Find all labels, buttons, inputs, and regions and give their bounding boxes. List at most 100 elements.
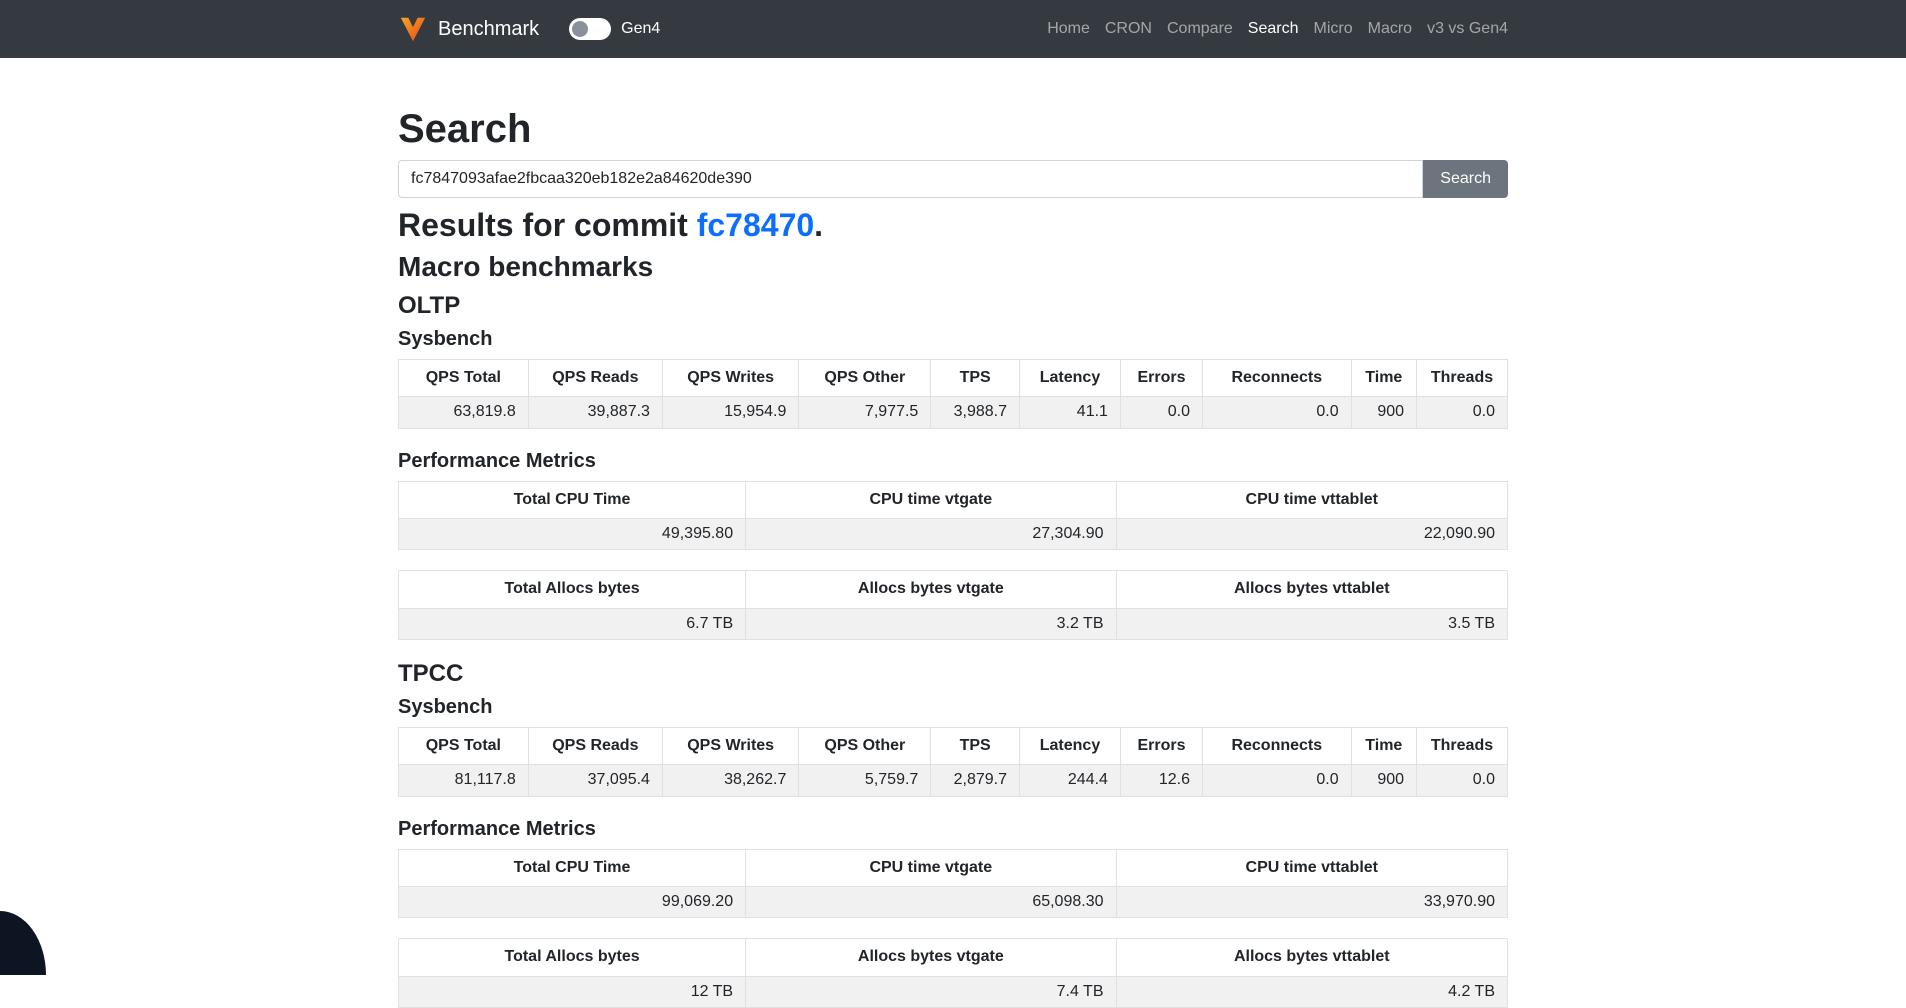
table-cell: 0.0 [1417, 765, 1508, 796]
table-cell: 900 [1351, 765, 1416, 796]
table-cell: 37,095.4 [528, 765, 662, 796]
nav-item-compare[interactable]: Compare [1167, 20, 1233, 38]
navbar-container: Benchmark Gen4 Home CRON Compare Search … [398, 14, 1508, 44]
macro-benchmarks-title: Macro benchmarks [398, 250, 1508, 284]
table-header-cell: QPS Writes [662, 727, 798, 764]
nav-links: Home CRON Compare Search Micro Macro v3 … [1047, 20, 1508, 38]
table-header-row: Total CPU Time CPU time vtgate CPU time … [399, 481, 1508, 518]
oltp-allocs-table: Total Allocs bytes Allocs bytes vtgate A… [398, 570, 1508, 640]
table-header-cell: QPS Reads [528, 727, 662, 764]
oltp-title: OLTP [398, 292, 1508, 321]
table-header-cell: Allocs bytes vttablet [1116, 939, 1508, 976]
search-form: Search [398, 160, 1508, 198]
table-header-cell: Allocs bytes vtgate [746, 571, 1116, 608]
tpcc-cpu-table: Total CPU Time CPU time vtgate CPU time … [398, 849, 1508, 919]
table-row: 12 TB 7.4 TB 4.2 TB [399, 976, 1508, 1007]
table-header-cell: QPS Total [399, 727, 529, 764]
table-header-cell: Total Allocs bytes [399, 939, 746, 976]
nav-item-cron[interactable]: CRON [1105, 20, 1152, 38]
brand-label: Benchmark [438, 18, 539, 41]
table-cell: 33,970.90 [1116, 887, 1508, 918]
gen4-toggle[interactable] [569, 18, 611, 40]
table-header-cell: Total Allocs bytes [399, 571, 746, 608]
nav-item-home[interactable]: Home [1047, 20, 1090, 38]
tpcc-section: TPCC Sysbench QPS Total QPS Reads QPS Wr… [398, 660, 1508, 1008]
table-cell: 99,069.20 [399, 887, 746, 918]
tpcc-sysbench-label: Sysbench [398, 695, 1508, 719]
table-cell: 0.0 [1203, 765, 1352, 796]
results-heading-suffix: . [814, 207, 823, 243]
table-header-cell: Latency [1020, 359, 1121, 396]
table-header-cell: TPS [931, 727, 1020, 764]
table-header-cell: QPS Writes [662, 359, 798, 396]
table-cell: 2,879.7 [931, 765, 1020, 796]
table-cell: 65,098.30 [746, 887, 1116, 918]
oltp-perf-label: Performance Metrics [398, 449, 1508, 473]
nav-item-search[interactable]: Search [1248, 20, 1299, 38]
table-header-row: QPS Total QPS Reads QPS Writes QPS Other… [399, 727, 1508, 764]
vitess-logo-icon [398, 14, 428, 44]
table-header-row: QPS Total QPS Reads QPS Writes QPS Other… [399, 359, 1508, 396]
table-cell: 3.2 TB [746, 608, 1116, 639]
table-header-cell: Allocs bytes vttablet [1116, 571, 1508, 608]
table-header-row: Total Allocs bytes Allocs bytes vtgate A… [399, 939, 1508, 976]
table-cell: 0.0 [1120, 397, 1202, 428]
table-row: 6.7 TB 3.2 TB 3.5 TB [399, 608, 1508, 639]
table-cell: 7,977.5 [799, 397, 931, 428]
table-header-cell: QPS Total [399, 359, 529, 396]
navbar: Benchmark Gen4 Home CRON Compare Search … [0, 0, 1906, 58]
search-input[interactable] [398, 160, 1423, 198]
table-header-cell: Latency [1020, 727, 1121, 764]
table-header-cell: QPS Reads [528, 359, 662, 396]
table-row: 99,069.20 65,098.30 33,970.90 [399, 887, 1508, 918]
tpcc-title: TPCC [398, 660, 1508, 689]
table-header-cell: Allocs bytes vtgate [746, 939, 1116, 976]
table-cell: 63,819.8 [399, 397, 529, 428]
gen4-toggle-group: Gen4 [569, 18, 660, 40]
background-window-corner [0, 911, 46, 975]
table-cell: 6.7 TB [399, 608, 746, 639]
table-cell: 244.4 [1020, 765, 1121, 796]
table-cell: 81,117.8 [399, 765, 529, 796]
table-header-cell: Errors [1120, 359, 1202, 396]
table-header-row: Total Allocs bytes Allocs bytes vtgate A… [399, 571, 1508, 608]
brand[interactable]: Benchmark [398, 14, 539, 44]
table-header-cell: CPU time vtgate [746, 481, 1116, 518]
table-row: 63,819.8 39,887.3 15,954.9 7,977.5 3,988… [399, 397, 1508, 428]
table-cell: 38,262.7 [662, 765, 798, 796]
nav-item-v3-vs-gen4[interactable]: v3 vs Gen4 [1427, 20, 1508, 38]
gen4-toggle-label: Gen4 [621, 20, 660, 38]
table-cell: 0.0 [1417, 397, 1508, 428]
table-cell: 27,304.90 [746, 518, 1116, 549]
table-cell: 15,954.9 [662, 397, 798, 428]
table-cell: 39,887.3 [528, 397, 662, 428]
nav-item-macro[interactable]: Macro [1368, 20, 1412, 38]
table-header-row: Total CPU Time CPU time vtgate CPU time … [399, 849, 1508, 886]
table-header-cell: Total CPU Time [399, 849, 746, 886]
table-cell: 3,988.7 [931, 397, 1020, 428]
tpcc-allocs-table: Total Allocs bytes Allocs bytes vtgate A… [398, 938, 1508, 1008]
table-row: 49,395.80 27,304.90 22,090.90 [399, 518, 1508, 549]
results-heading-prefix: Results for commit [398, 207, 697, 243]
table-header-cell: QPS Other [799, 727, 931, 764]
table-header-cell: TPS [931, 359, 1020, 396]
table-header-cell: CPU time vttablet [1116, 849, 1508, 886]
nav-item-micro[interactable]: Micro [1314, 20, 1353, 38]
toggle-knob [572, 21, 588, 37]
tpcc-sysbench-table: QPS Total QPS Reads QPS Writes QPS Other… [398, 727, 1508, 797]
table-row: 81,117.8 37,095.4 38,262.7 5,759.7 2,879… [399, 765, 1508, 796]
tpcc-perf-label: Performance Metrics [398, 817, 1508, 841]
table-header-cell: QPS Other [799, 359, 931, 396]
results-heading: Results for commit fc78470. [398, 206, 1508, 244]
table-cell: 41.1 [1020, 397, 1121, 428]
table-cell: 4.2 TB [1116, 976, 1508, 1007]
table-header-cell: Total CPU Time [399, 481, 746, 518]
table-cell: 900 [1351, 397, 1416, 428]
table-cell: 3.5 TB [1116, 608, 1508, 639]
table-header-cell: Time [1351, 727, 1416, 764]
table-cell: 22,090.90 [1116, 518, 1508, 549]
search-button[interactable]: Search [1423, 160, 1508, 198]
table-cell: 12 TB [399, 976, 746, 1007]
commit-link[interactable]: fc78470 [697, 207, 814, 243]
table-header-cell: Reconnects [1203, 359, 1352, 396]
